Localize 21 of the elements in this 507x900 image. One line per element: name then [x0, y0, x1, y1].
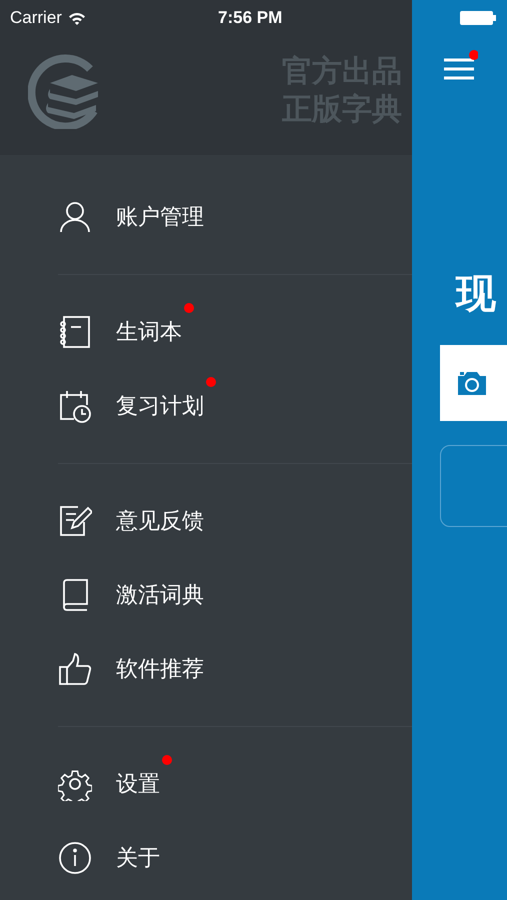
battery-icon [460, 11, 496, 25]
menu-item[interactable]: 设置 [0, 747, 412, 821]
person-icon [58, 200, 92, 234]
menu-item[interactable]: 账户管理 [0, 180, 412, 254]
menu-item[interactable]: 生词本 [0, 295, 412, 369]
menu-item[interactable]: 意见反馈 [0, 484, 412, 558]
calendar-icon [58, 389, 92, 423]
status-time: 7:56 PM [218, 8, 282, 28]
menu-item[interactable]: 关于 [0, 821, 412, 895]
app-title: 现 [456, 269, 497, 319]
notebook-icon [58, 315, 92, 349]
edit-icon [58, 504, 92, 538]
menu-item[interactable]: 激活词典 [0, 558, 412, 632]
info-icon [58, 841, 92, 875]
menu-button[interactable] [442, 50, 478, 80]
carrier-label: Carrier [10, 8, 62, 28]
wifi-icon [68, 12, 86, 24]
menu-item[interactable]: 复习计划 [0, 369, 412, 443]
camera-icon [456, 370, 488, 396]
thumb-icon [58, 652, 92, 686]
menu-item[interactable]: 软件推荐 [0, 632, 412, 706]
